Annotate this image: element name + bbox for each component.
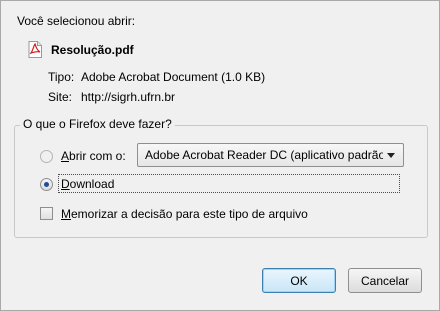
intro-text: Você selecionou abrir: [17,14,136,28]
chevron-down-icon [387,153,395,158]
type-label: Tipo: [48,70,75,84]
app-select[interactable]: Adobe Acrobat Reader DC (aplicativo padr… [137,143,404,167]
type-value: Adobe Acrobat Document (1.0 KB) [81,70,266,84]
action-group-legend: O que o Firefox deve fazer? [20,117,175,131]
cancel-button[interactable]: Cancelar [348,268,422,293]
open-with-radio[interactable] [40,150,53,163]
file-name: Resolução.pdf [51,42,134,57]
pdf-file-icon [28,41,42,58]
download-label-text: ownload [69,177,115,191]
open-with-label[interactable]: Abrir com o: [61,149,126,163]
download-dialog: Você selecionou abrir: Resolução.pdf Tip… [0,0,440,311]
remember-accesskey: M [61,207,71,221]
site-value: http://sigrh.ufrn.br [81,90,176,104]
open-with-label-text: brir com o: [69,149,126,163]
download-label[interactable]: Download [61,177,114,191]
ok-button[interactable]: OK [262,268,336,293]
open-with-accesskey: A [61,149,70,163]
remember-label-text: emorizar a decisão para este tipo de arq… [71,207,308,221]
download-accesskey: D [61,177,70,191]
download-radio[interactable] [40,178,53,191]
remember-checkbox[interactable] [40,207,53,220]
file-row: Resolução.pdf [28,41,134,58]
site-label: Site: [48,90,73,104]
app-select-value: Adobe Acrobat Reader DC (aplicativo padr… [145,148,383,162]
remember-label[interactable]: Memorizar a decisão para este tipo de ar… [61,207,308,221]
